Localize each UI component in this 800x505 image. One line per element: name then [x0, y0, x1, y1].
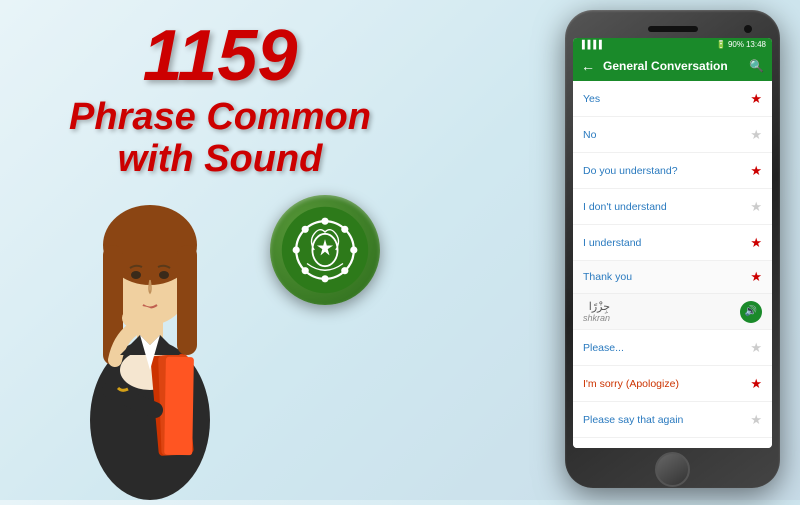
arabic-text: جِزْرًا — [583, 300, 610, 313]
phrase-list: Yes ★ No ★ Do you understand? ★ I don't … — [573, 81, 772, 448]
phone-bottom — [573, 452, 772, 487]
phrase-text-sorry: I'm sorry (Apologize) — [583, 378, 679, 390]
star-repeat[interactable]: ★ — [750, 448, 762, 449]
phone-camera — [744, 25, 752, 33]
status-bar: ▐▐▐▐ 🔋 90% 13:48 — [573, 38, 772, 51]
phrase-text-thankyou: Thank you — [583, 271, 632, 283]
transliteration-text: shkran — [583, 313, 610, 323]
back-button[interactable]: ← — [581, 58, 595, 74]
phrase-item-say-again[interactable]: Please say that again ★ — [573, 402, 772, 438]
title-phrase-line1: Phrase Common — [20, 97, 420, 139]
phrase-item-yes[interactable]: Yes ★ — [573, 81, 772, 117]
phone-screen: ▐▐▐▐ 🔋 90% 13:48 ← General Conversation … — [573, 38, 772, 448]
phrase-text-say-again: Please say that again — [583, 414, 683, 426]
home-button[interactable] — [655, 452, 690, 487]
battery-icon: 🔋 — [716, 40, 726, 49]
star-no[interactable]: ★ — [750, 127, 762, 143]
phrase-text-i-understand: I understand — [583, 237, 641, 249]
phrase-item-sorry[interactable]: I'm sorry (Apologize) ★ — [573, 366, 772, 402]
status-signal: ▐▐▐▐ — [579, 40, 602, 49]
phone-outer: ▐▐▐▐ 🔋 90% 13:48 ← General Conversation … — [565, 10, 780, 488]
phone-top-bar — [573, 20, 772, 38]
student-figure — [40, 160, 260, 500]
phrase-item-understand-q[interactable]: Do you understand? ★ — [573, 153, 772, 189]
phrase-item-please[interactable]: Please... ★ — [573, 330, 772, 366]
status-right: 🔋 90% 13:48 — [716, 40, 766, 49]
student-svg — [40, 160, 260, 500]
signal-bars: ▐▐▐▐ — [579, 40, 602, 49]
phrase-text-no: No — [583, 129, 596, 141]
star-thankyou[interactable]: ★ — [750, 269, 762, 285]
phrase-item-i-understand[interactable]: I understand ★ — [573, 225, 772, 261]
phrase-text-yes: Yes — [583, 93, 600, 105]
phone-speaker — [648, 26, 698, 32]
phrase-item-repeat[interactable]: Can you repeat that? ★ — [573, 438, 772, 448]
header-title: General Conversation — [603, 59, 741, 73]
title-number: 1159 — [20, 20, 420, 92]
sound-button[interactable]: 🔊 — [740, 301, 762, 323]
phrase-item-thankyou[interactable]: Thank you ★ جِزْرًا shkran 🔊 — [573, 261, 772, 330]
expansion-panel-thankyou: جِزْرًا shkran 🔊 — [573, 293, 772, 329]
star-understand-q[interactable]: ★ — [750, 163, 762, 179]
battery-percent: 90% — [728, 40, 744, 49]
arabic-transliteration: جِزْرًا shkran — [583, 300, 610, 323]
time-display: 13:48 — [746, 40, 766, 49]
arabic-league-badge — [270, 195, 380, 305]
star-sorry[interactable]: ★ — [750, 376, 762, 392]
search-icon[interactable]: 🔍 — [749, 59, 764, 73]
phrase-text-understand-q: Do you understand? — [583, 165, 678, 177]
phrase-item-thankyou-row: Thank you ★ — [573, 261, 772, 293]
phrase-item-dont-understand[interactable]: I don't understand ★ — [573, 189, 772, 225]
arabic-logo-svg — [280, 205, 370, 295]
phone-container: ▐▐▐▐ 🔋 90% 13:48 ← General Conversation … — [565, 10, 780, 488]
star-please[interactable]: ★ — [750, 340, 762, 356]
phrase-text-dont-understand: I don't understand — [583, 201, 667, 213]
star-dont-understand[interactable]: ★ — [750, 199, 762, 215]
star-say-again[interactable]: ★ — [750, 412, 762, 428]
phrase-text-please: Please... — [583, 342, 624, 354]
phrase-item-no[interactable]: No ★ — [573, 117, 772, 153]
star-yes[interactable]: ★ — [750, 91, 762, 107]
app-header: ← General Conversation 🔍 — [573, 51, 772, 81]
star-i-understand[interactable]: ★ — [750, 235, 762, 251]
